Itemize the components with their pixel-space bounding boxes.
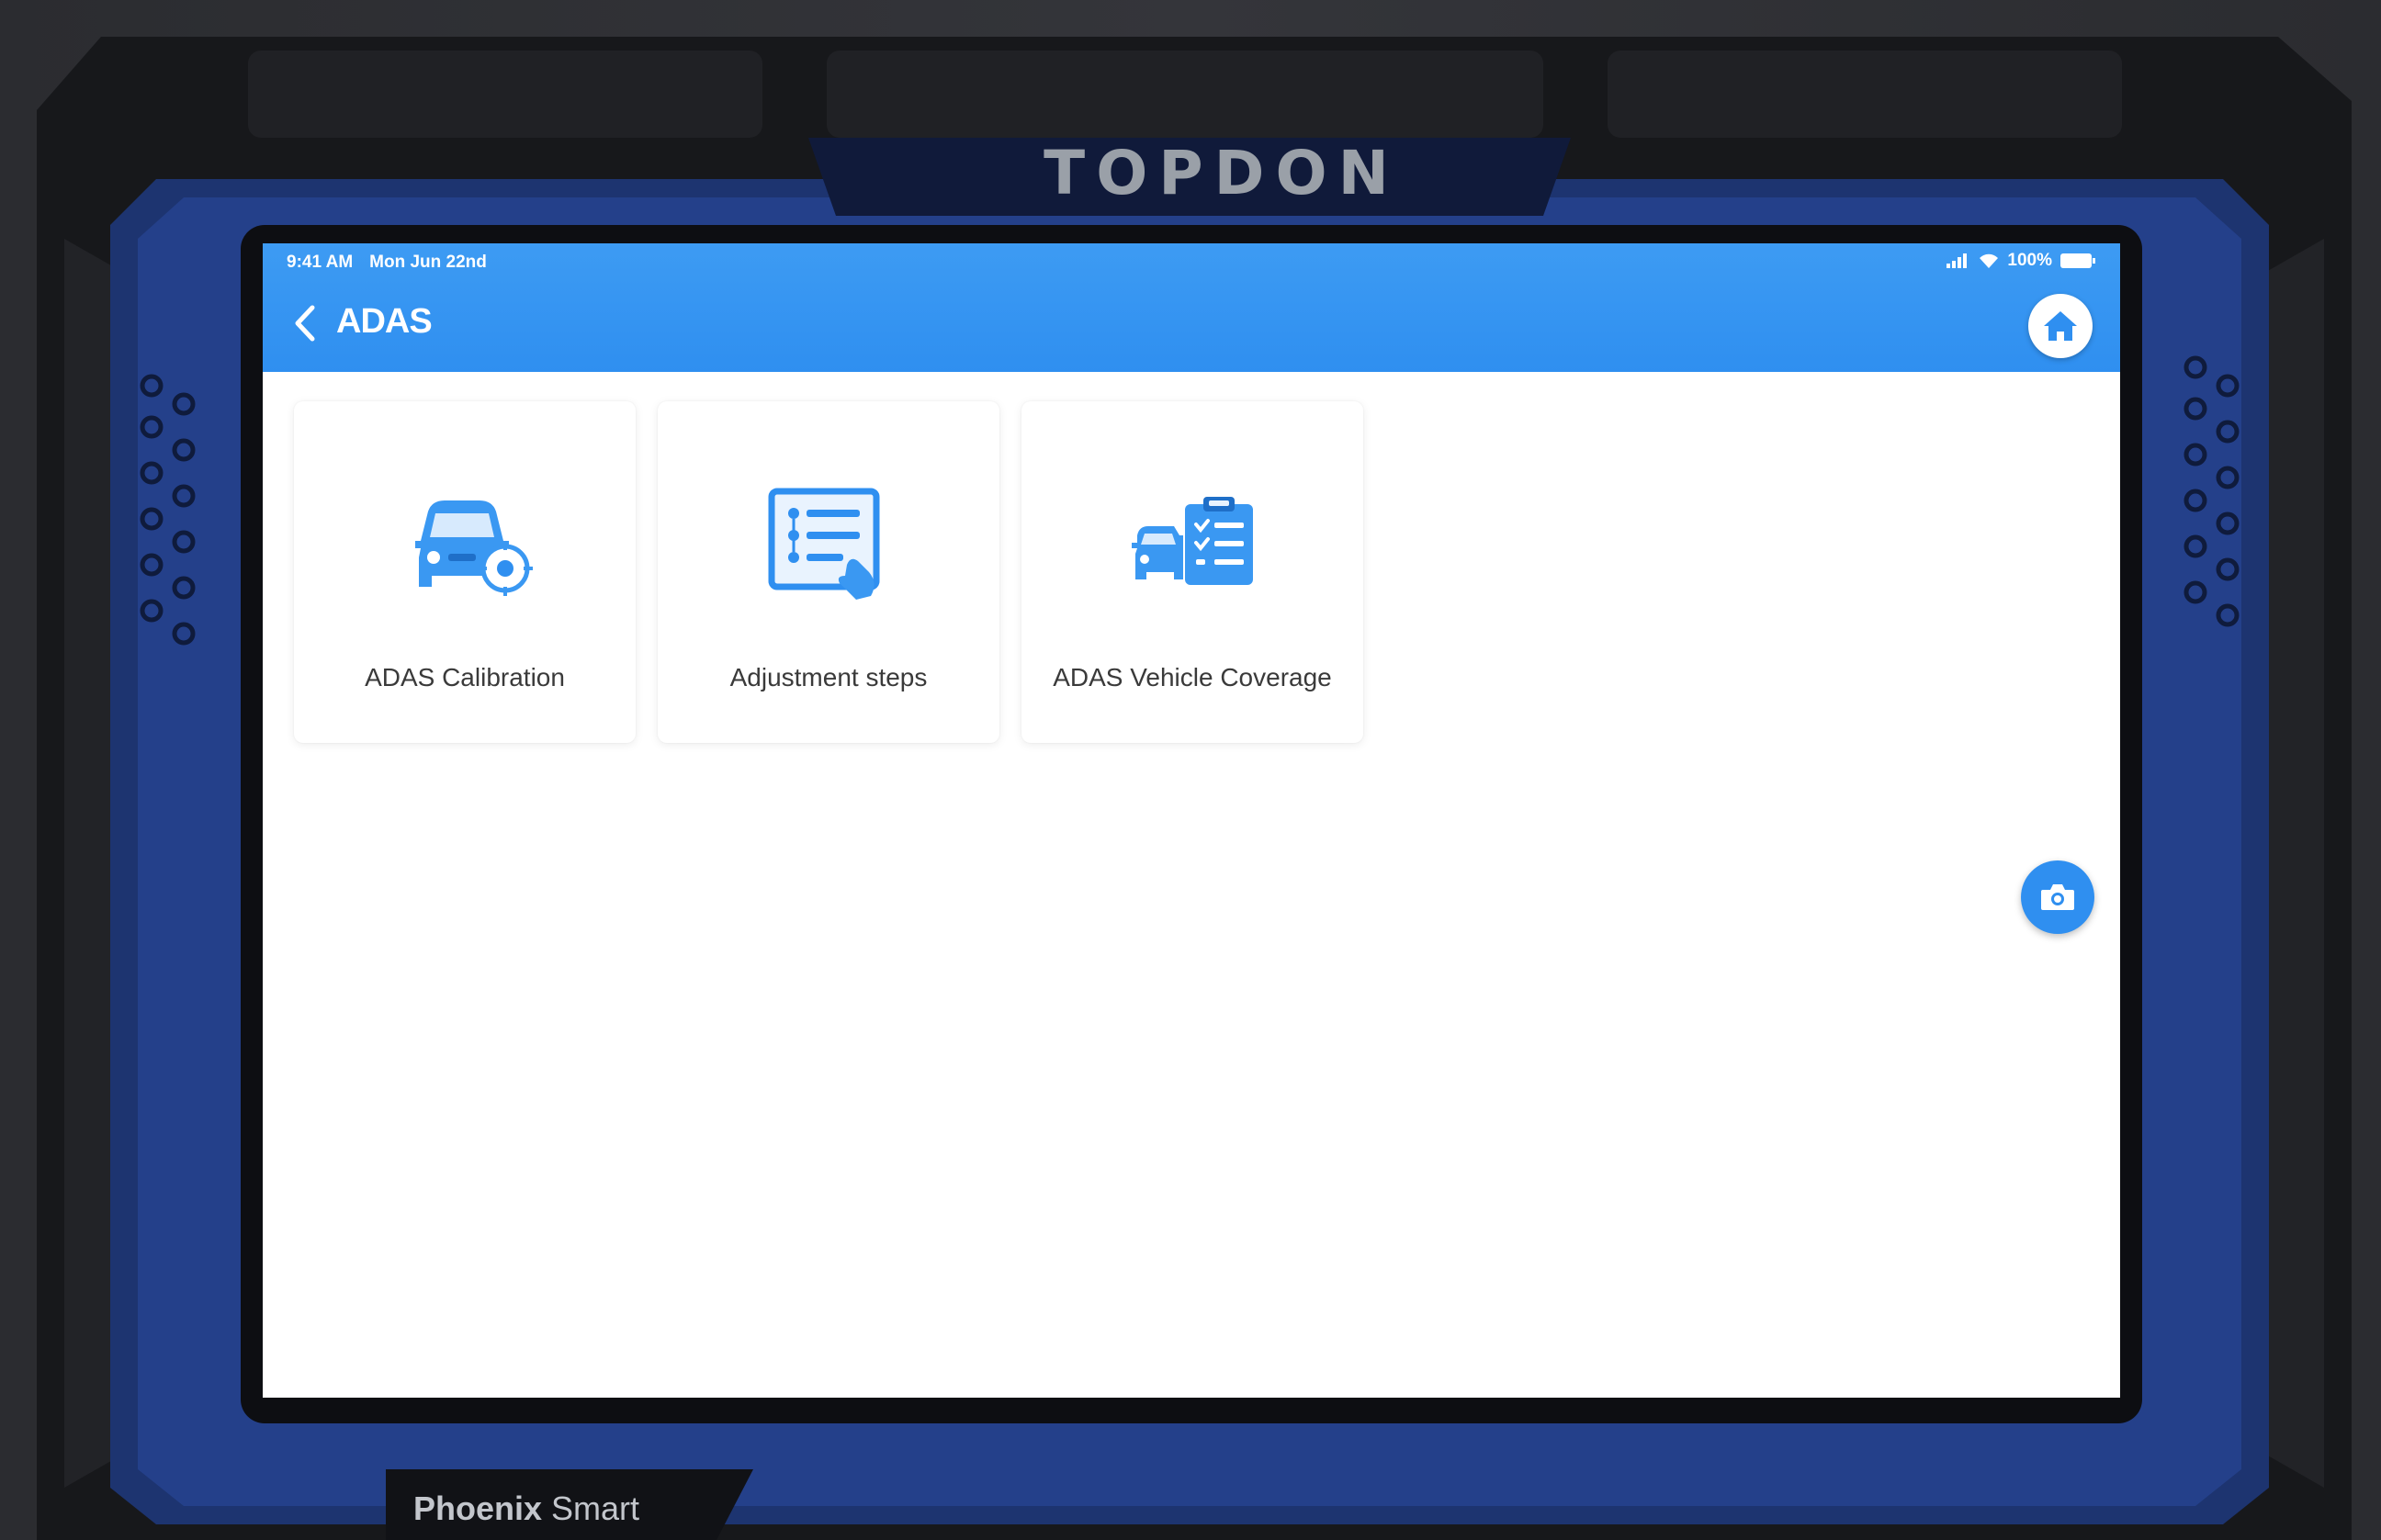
chevron-left-icon (295, 305, 315, 342)
car-clipboard-icon (1132, 497, 1253, 585)
model-name-rest: Smart (542, 1489, 640, 1527)
tile-label: Adjustment steps (729, 663, 928, 691)
brand-logo: TOPDON (1044, 138, 1400, 208)
back-button[interactable] (287, 300, 323, 346)
tile-adas-vehicle-coverage[interactable]: ADAS Vehicle Coverage (1021, 401, 1363, 743)
status-bar-left: 9:41 AM Mon Jun 22nd (287, 253, 487, 273)
tile-label: ADAS Vehicle Coverage (1053, 663, 1332, 691)
tile-adjustment-steps[interactable]: Adjustment steps (658, 401, 999, 743)
tile-label: ADAS Calibration (365, 663, 565, 691)
battery-percent: 100% (2007, 251, 2052, 270)
battery-icon (2060, 253, 2095, 268)
status-time: 9:41 AM (287, 253, 354, 272)
status-bar-right: 100% (1947, 251, 2096, 271)
page-title: ADAS (336, 302, 433, 341)
checklist-touch-icon (768, 488, 880, 600)
home-button[interactable] (2028, 294, 2093, 358)
status-date: Mon Jun 22nd (369, 253, 487, 272)
menu-grid: ADAS Calibration Adjustment steps ADAS V… (294, 401, 1363, 743)
wifi-icon (1980, 253, 1999, 268)
signal-icon (1947, 253, 1968, 268)
car-target-icon (415, 500, 533, 596)
model-name-bold: Phoenix (413, 1489, 543, 1527)
camera-icon (2041, 884, 2074, 910)
app-header: 9:41 AM Mon Jun 22nd 100% ADAS (263, 243, 2120, 372)
model-name: Phoenix Smart (413, 1489, 639, 1528)
home-icon (2044, 311, 2077, 341)
app-screen: 9:41 AM Mon Jun 22nd 100% ADAS ADAS Cali… (263, 243, 2120, 1398)
tile-adas-calibration[interactable]: ADAS Calibration (294, 401, 636, 743)
screenshot-button[interactable] (2021, 860, 2094, 934)
